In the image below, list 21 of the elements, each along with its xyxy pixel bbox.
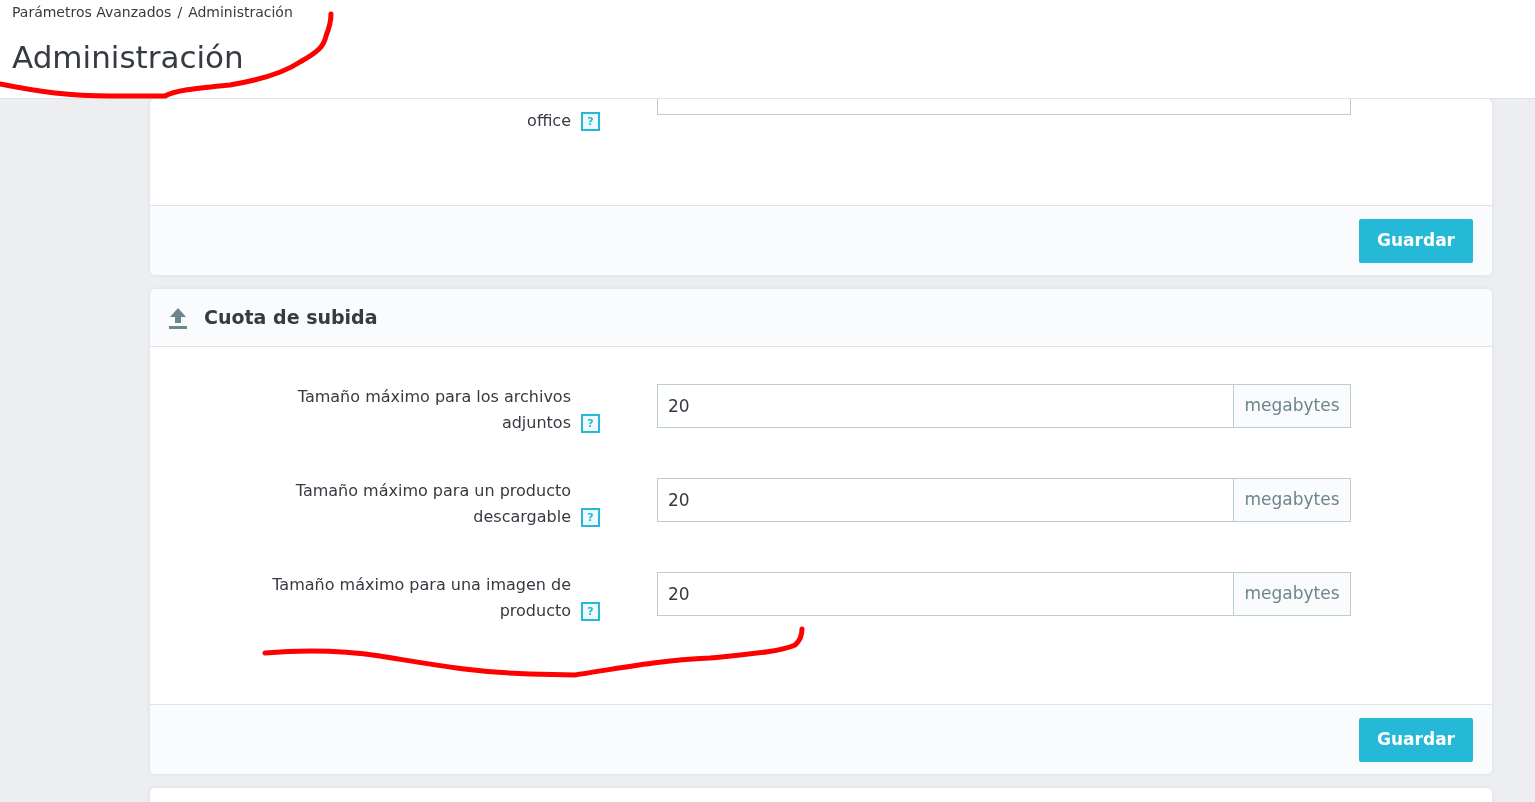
field-label: Tamaño máximo para un producto descargable [294,480,571,528]
breadcrumb-link[interactable]: Parámetros Avanzados [12,2,172,23]
unit-addon: megabytes [1234,478,1351,522]
unit-addon: megabytes [1234,572,1351,616]
input-field[interactable]: 20 [657,572,1234,616]
help-icon[interactable]: ? [581,112,600,131]
breadcrumb-separator: / [177,3,183,22]
field-label: Tamaño máximo para una imagen de producto [271,574,571,622]
input-field[interactable]: 20 [657,478,1234,522]
card-title: Cuota de subida [204,305,378,331]
field-label: office [527,110,571,132]
help-icon[interactable]: ? [581,508,600,527]
help-icon[interactable]: ? [581,414,600,433]
breadcrumb-link[interactable]: Administración [188,2,293,23]
input-field[interactable]: 20 [657,384,1234,428]
field-label: Tamaño máximo para los archivos adjuntos [296,386,571,434]
help-icon[interactable]: ? [581,602,600,621]
save-button[interactable]: Guardar [1359,218,1473,263]
unit-addon: megabytes [1234,384,1351,428]
save-button[interactable]: Guardar [1359,717,1473,762]
page-title: Administración [12,38,244,77]
